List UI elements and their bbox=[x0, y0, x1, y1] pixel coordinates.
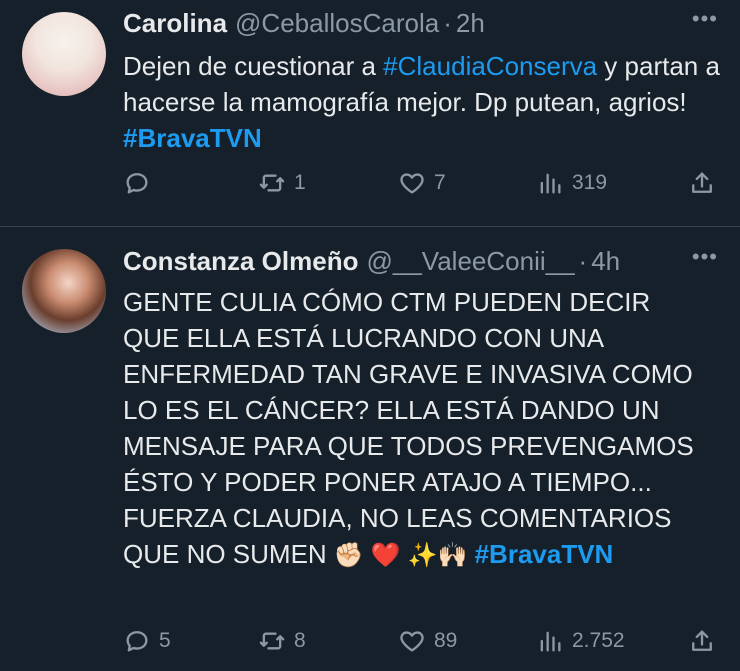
views-button[interactable]: 319 bbox=[536, 166, 607, 200]
tweet-text-part: Dejen de cuestionar a bbox=[123, 51, 384, 81]
emoji-group: ✊🏻 ❤️ bbox=[333, 542, 401, 569]
user-handle[interactable]: @CeballosCarola bbox=[235, 8, 439, 39]
reply-count: 5 bbox=[159, 629, 171, 652]
views-count: 319 bbox=[572, 171, 608, 194]
tweet[interactable]: Carolina @CeballosCarola · 2h ••• Dejen … bbox=[0, 0, 740, 226]
retweet-icon bbox=[259, 174, 285, 192]
reply-icon bbox=[126, 173, 148, 194]
timestamp[interactable]: 4h bbox=[591, 246, 620, 277]
tweet[interactable]: Constanza Olmeño @__ValeeConii__ · 4h ••… bbox=[0, 227, 740, 671]
separator-dot: · bbox=[578, 245, 588, 276]
separator-dot: · bbox=[443, 7, 452, 38]
user-handle[interactable]: @__ValeeConii__ bbox=[366, 246, 574, 277]
reply-button[interactable] bbox=[123, 166, 151, 200]
avatar[interactable] bbox=[22, 12, 106, 96]
heart-icon bbox=[400, 631, 424, 652]
retweet-count: 8 bbox=[294, 629, 306, 652]
share-icon bbox=[692, 172, 712, 193]
timestamp[interactable]: 2h bbox=[456, 8, 485, 39]
more-icon[interactable]: ••• bbox=[692, 6, 718, 32]
hashtag-link[interactable]: #ClaudiaConserva bbox=[383, 51, 597, 81]
timeline-feed: Carolina @CeballosCarola · 2h ••• Dejen … bbox=[0, 0, 740, 671]
like-count: 7 bbox=[434, 171, 446, 194]
reply-icon bbox=[126, 631, 148, 652]
display-name[interactable]: Constanza Olmeño bbox=[123, 246, 358, 277]
reply-button[interactable]: 5 bbox=[123, 624, 171, 658]
tweet-actions: 1 7 319 bbox=[123, 166, 722, 200]
retweet-button[interactable]: 1 bbox=[258, 166, 306, 200]
views-count: 2.752 bbox=[572, 629, 625, 652]
retweet-button[interactable]: 8 bbox=[258, 624, 306, 658]
hashtag-link[interactable]: #BravaTVN bbox=[475, 539, 614, 569]
views-button[interactable]: 2.752 bbox=[536, 624, 625, 658]
share-icon bbox=[692, 630, 712, 651]
like-button[interactable]: 89 bbox=[398, 624, 457, 658]
retweet-icon bbox=[259, 632, 285, 650]
avatar[interactable] bbox=[22, 249, 106, 333]
tweet-actions: 5 8 89 2.752 bbox=[123, 624, 722, 658]
share-button[interactable] bbox=[688, 166, 716, 200]
tweet-header: Carolina @CeballosCarola · 2h ••• bbox=[123, 6, 722, 40]
like-count: 89 bbox=[434, 629, 458, 652]
tweet-text-part: GENTE CULIA CÓMO CTM PUEDEN DECIR QUE EL… bbox=[123, 287, 694, 569]
emoji-group: ✨🙌🏻 bbox=[407, 542, 468, 569]
hashtag-link[interactable]: #BravaTVN bbox=[123, 123, 262, 153]
retweet-count: 1 bbox=[294, 171, 306, 194]
views-icon bbox=[540, 631, 561, 652]
tweet-header: Constanza Olmeño @__ValeeConii__ · 4h ••… bbox=[123, 244, 722, 278]
heart-icon bbox=[400, 173, 424, 194]
like-button[interactable]: 7 bbox=[398, 166, 446, 200]
more-icon[interactable]: ••• bbox=[692, 244, 718, 270]
share-button[interactable] bbox=[688, 624, 716, 658]
display-name[interactable]: Carolina bbox=[123, 8, 227, 39]
tweet-text: Dejen de cuestionar a #ClaudiaConserva y… bbox=[123, 48, 722, 156]
views-icon bbox=[540, 173, 561, 194]
tweet-text: GENTE CULIA CÓMO CTM PUEDEN DECIR QUE EL… bbox=[123, 284, 709, 574]
